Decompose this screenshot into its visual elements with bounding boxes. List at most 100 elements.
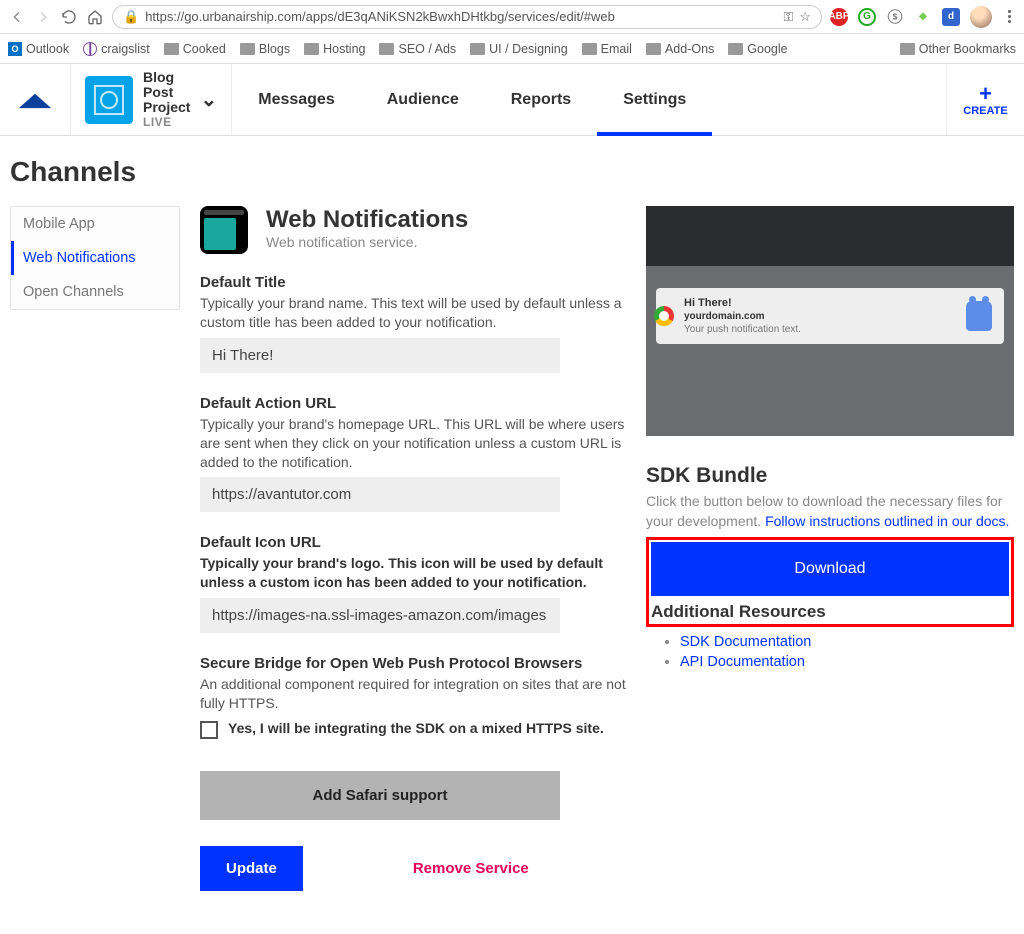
sdk-docs-link[interactable]: Follow instructions outlined in our docs… (765, 513, 1009, 529)
folder-icon (379, 43, 394, 55)
bear-icon (966, 301, 992, 331)
preview-domain: yourdomain.com (684, 310, 956, 323)
secure-bridge-checkbox[interactable] (200, 721, 218, 739)
app-logo[interactable] (0, 64, 70, 135)
secure-bridge-label: Secure Bridge for Open Web Push Protocol… (200, 655, 630, 672)
tab-messages[interactable]: Messages (232, 64, 361, 135)
sdk-bundle-help: Click the button below to download the n… (646, 492, 1014, 531)
preview-column: Hi There! yourdomain.com Your push notif… (646, 206, 1014, 891)
outlook-icon: O (8, 42, 22, 56)
section-subtitle: Web notification service. (266, 234, 468, 250)
project-icon (85, 76, 133, 124)
key-icon: ⚿ (783, 9, 793, 25)
sidebar-item-open-channels[interactable]: Open Channels (11, 275, 179, 309)
chrome-menu-icon[interactable] (1002, 10, 1016, 23)
add-safari-support-button[interactable]: Add Safari support (200, 771, 560, 820)
bookmark-seo-ads[interactable]: SEO / Ads (379, 42, 456, 56)
bookmark-add-ons[interactable]: Add-Ons (646, 42, 714, 56)
profile-avatar[interactable] (970, 6, 992, 28)
skype-icon[interactable]: ⓢ (886, 8, 904, 26)
default-action-url-help: Typically your brand's homepage URL. Thi… (200, 415, 630, 472)
bookmark-email[interactable]: Email (582, 42, 632, 56)
create-button[interactable]: + CREATE (946, 64, 1024, 135)
project-selector[interactable]: Blog Post Project LIVE ⌄ (70, 64, 232, 135)
home-button[interactable] (86, 8, 104, 26)
preview-body: Your push notification text. (684, 323, 956, 336)
secure-bridge-help: An additional component required for int… (200, 675, 630, 713)
address-bar[interactable]: 🔒 https://go.urbanairship.com/apps/dE3qA… (112, 5, 822, 29)
forward-button[interactable] (34, 8, 52, 26)
folder-icon (646, 43, 661, 55)
default-icon-url-help: Typically your brand's logo. This icon w… (200, 554, 630, 592)
folder-icon (164, 43, 179, 55)
plus-icon: + (979, 83, 992, 105)
toolbar-extensions: ABP G ⓢ ◆ d (830, 6, 1016, 28)
folder-icon (582, 43, 597, 55)
default-title-label: Default Title (200, 274, 630, 291)
notification-preview: Hi There! yourdomain.com Your push notif… (646, 206, 1014, 436)
form-column: Web Notifications Web notification servi… (200, 206, 630, 891)
bookmark-google[interactable]: Google (728, 42, 787, 56)
sidebar-item-mobile-app[interactable]: Mobile App (11, 207, 179, 241)
tab-audience[interactable]: Audience (361, 64, 485, 135)
bookmark-blogs[interactable]: Blogs (240, 42, 290, 56)
page-body: Channels Mobile App Web Notifications Op… (0, 136, 1024, 931)
browser-toolbar: 🔒 https://go.urbanairship.com/apps/dE3qA… (0, 0, 1024, 34)
bookmark-outlook[interactable]: OOutlook (8, 42, 69, 56)
project-status: LIVE (143, 115, 190, 129)
download-button[interactable]: Download (651, 542, 1009, 596)
default-icon-url-input[interactable] (200, 598, 560, 633)
update-button[interactable]: Update (200, 846, 303, 891)
folder-icon (470, 43, 485, 55)
bookmark-other[interactable]: Other Bookmarks (900, 42, 1016, 56)
folder-icon (728, 43, 743, 55)
diamond-icon[interactable]: ◆ (914, 8, 932, 26)
resources-list: SDK Documentation API Documentation (680, 633, 1014, 670)
d-extension-icon[interactable]: d (942, 8, 960, 26)
folder-icon (304, 43, 319, 55)
back-button[interactable] (8, 8, 26, 26)
chrome-icon (654, 306, 674, 326)
default-title-help: Typically your brand name. This text wil… (200, 294, 630, 332)
reload-button[interactable] (60, 8, 78, 26)
peace-icon (83, 42, 97, 56)
folder-icon (900, 43, 915, 55)
api-documentation-link[interactable]: API Documentation (680, 654, 805, 670)
preview-notification-card: Hi There! yourdomain.com Your push notif… (656, 288, 1004, 344)
default-action-url-label: Default Action URL (200, 395, 630, 412)
tab-reports[interactable]: Reports (485, 64, 597, 135)
app-header: Blog Post Project LIVE ⌄ Messages Audien… (0, 64, 1024, 136)
sdk-documentation-link[interactable]: SDK Documentation (680, 634, 811, 650)
section-title: Web Notifications (266, 206, 468, 234)
folder-icon (240, 43, 255, 55)
sdk-bundle-title: SDK Bundle (646, 464, 1014, 488)
default-action-url-input[interactable] (200, 477, 560, 512)
secure-bridge-checkbox-label: Yes, I will be integrating the SDK on a … (228, 719, 604, 738)
default-icon-url-label: Default Icon URL (200, 534, 630, 551)
list-item: API Documentation (680, 653, 1014, 670)
project-name: Blog Post Project (143, 70, 190, 114)
bookmark-craigslist[interactable]: craigslist (83, 42, 150, 56)
urbanairship-logo-icon (17, 90, 53, 110)
lock-icon: 🔒 (123, 9, 139, 25)
bookmarks-bar: OOutlook craigslist Cooked Blogs Hosting… (0, 34, 1024, 64)
default-title-input[interactable] (200, 338, 560, 373)
tab-settings[interactable]: Settings (597, 64, 712, 135)
remove-service-button[interactable]: Remove Service (413, 860, 529, 877)
chevron-down-icon: ⌄ (200, 87, 217, 112)
list-item: SDK Documentation (680, 633, 1014, 650)
bookmark-ui-designing[interactable]: UI / Designing (470, 42, 568, 56)
url-text: https://go.urbanairship.com/apps/dE3qANi… (145, 9, 777, 24)
abp-icon[interactable]: ABP (830, 8, 848, 26)
page-title: Channels (10, 156, 1014, 188)
download-highlight: Download Additional Resources (646, 537, 1014, 627)
star-icon[interactable]: ☆ (799, 9, 811, 25)
web-notification-icon (200, 206, 248, 254)
bookmark-hosting[interactable]: Hosting (304, 42, 365, 56)
nav-tabs: Messages Audience Reports Settings (232, 64, 946, 135)
preview-title: Hi There! (684, 296, 956, 310)
sidebar-item-web-notifications[interactable]: Web Notifications (11, 241, 179, 275)
grammarly-icon[interactable]: G (858, 8, 876, 26)
bookmark-cooked[interactable]: Cooked (164, 42, 226, 56)
channels-sidebar: Mobile App Web Notifications Open Channe… (10, 206, 180, 310)
